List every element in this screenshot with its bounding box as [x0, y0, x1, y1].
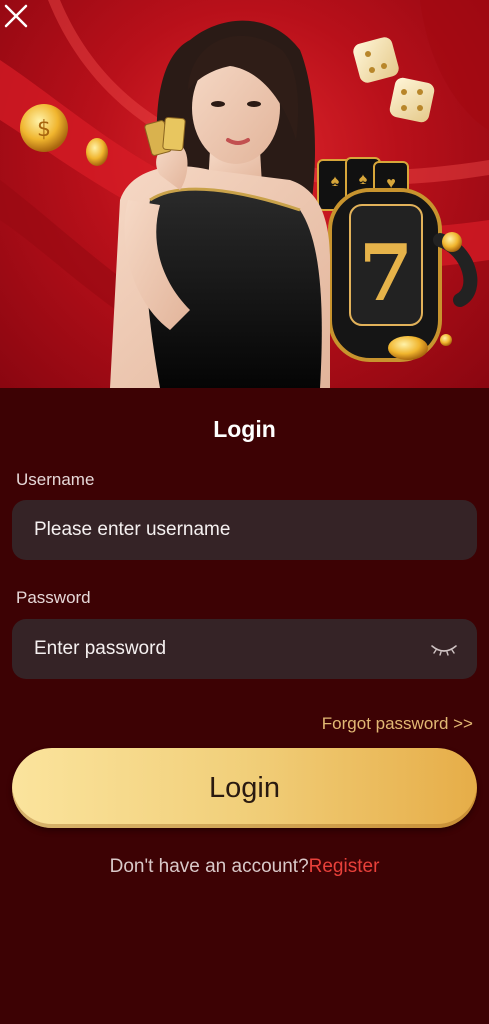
password-label: Password [16, 588, 91, 607]
casino-promo-image: $ ♠ ♠ ♥ 7 [0, 0, 489, 388]
username-label: Username [16, 470, 95, 489]
forgot-password-link[interactable]: Forgot password >> [322, 714, 473, 734]
password-input[interactable] [34, 638, 414, 660]
svg-text:$: $ [37, 117, 51, 142]
model-figure [110, 20, 330, 388]
username-input[interactable] [34, 519, 414, 541]
register-link[interactable]: Register [309, 856, 380, 877]
login-form: Login Username Password Forgot password … [0, 388, 489, 1024]
hero-banner: $ ♠ ♠ ♥ 7 [0, 0, 489, 388]
svg-text:♠: ♠ [331, 173, 340, 190]
page-title: Login [213, 416, 276, 442]
eye-closed-icon[interactable] [429, 637, 459, 661]
svg-text:♠: ♠ [359, 171, 368, 188]
register-row: Don't have an account?Register [0, 856, 489, 878]
svg-text:7: 7 [359, 228, 413, 319]
login-button[interactable]: Login [12, 748, 477, 828]
login-screen: $ ♠ ♠ ♥ 7 Login Username Please enter us… [0, 0, 489, 1024]
password-field-container[interactable] [12, 619, 477, 679]
register-prompt: Don't have an account? [109, 856, 309, 877]
close-icon[interactable] [0, 0, 32, 32]
username-field-container[interactable] [12, 500, 477, 560]
